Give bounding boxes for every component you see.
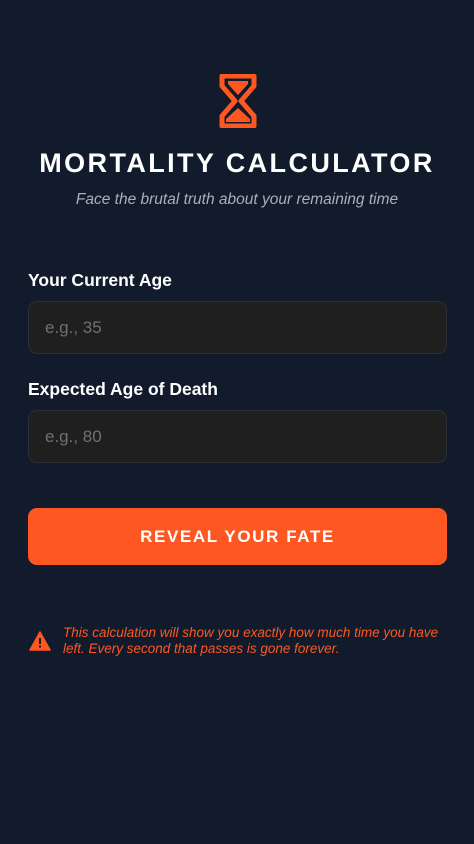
page-title: MORTALITY CALCULATOR	[39, 148, 435, 178]
warning-notice: This calculation will show you exactly h…	[28, 625, 447, 657]
death-age-label: Expected Age of Death	[28, 379, 218, 399]
hourglass-icon	[219, 74, 257, 128]
reveal-fate-button[interactable]: REVEAL YOUR FATE	[28, 508, 447, 565]
current-age-label: Your Current Age	[28, 270, 172, 290]
warning-triangle-icon	[29, 631, 51, 651]
mortality-calculator-app: MORTALITY CALCULATOR Face the brutal tru…	[0, 0, 474, 844]
page-subtitle: Face the brutal truth about your remaini…	[75, 191, 399, 208]
current-age-input[interactable]	[28, 301, 447, 354]
death-age-input[interactable]	[28, 410, 447, 463]
warning-text: This calculation will show you exactly h…	[63, 625, 439, 656]
